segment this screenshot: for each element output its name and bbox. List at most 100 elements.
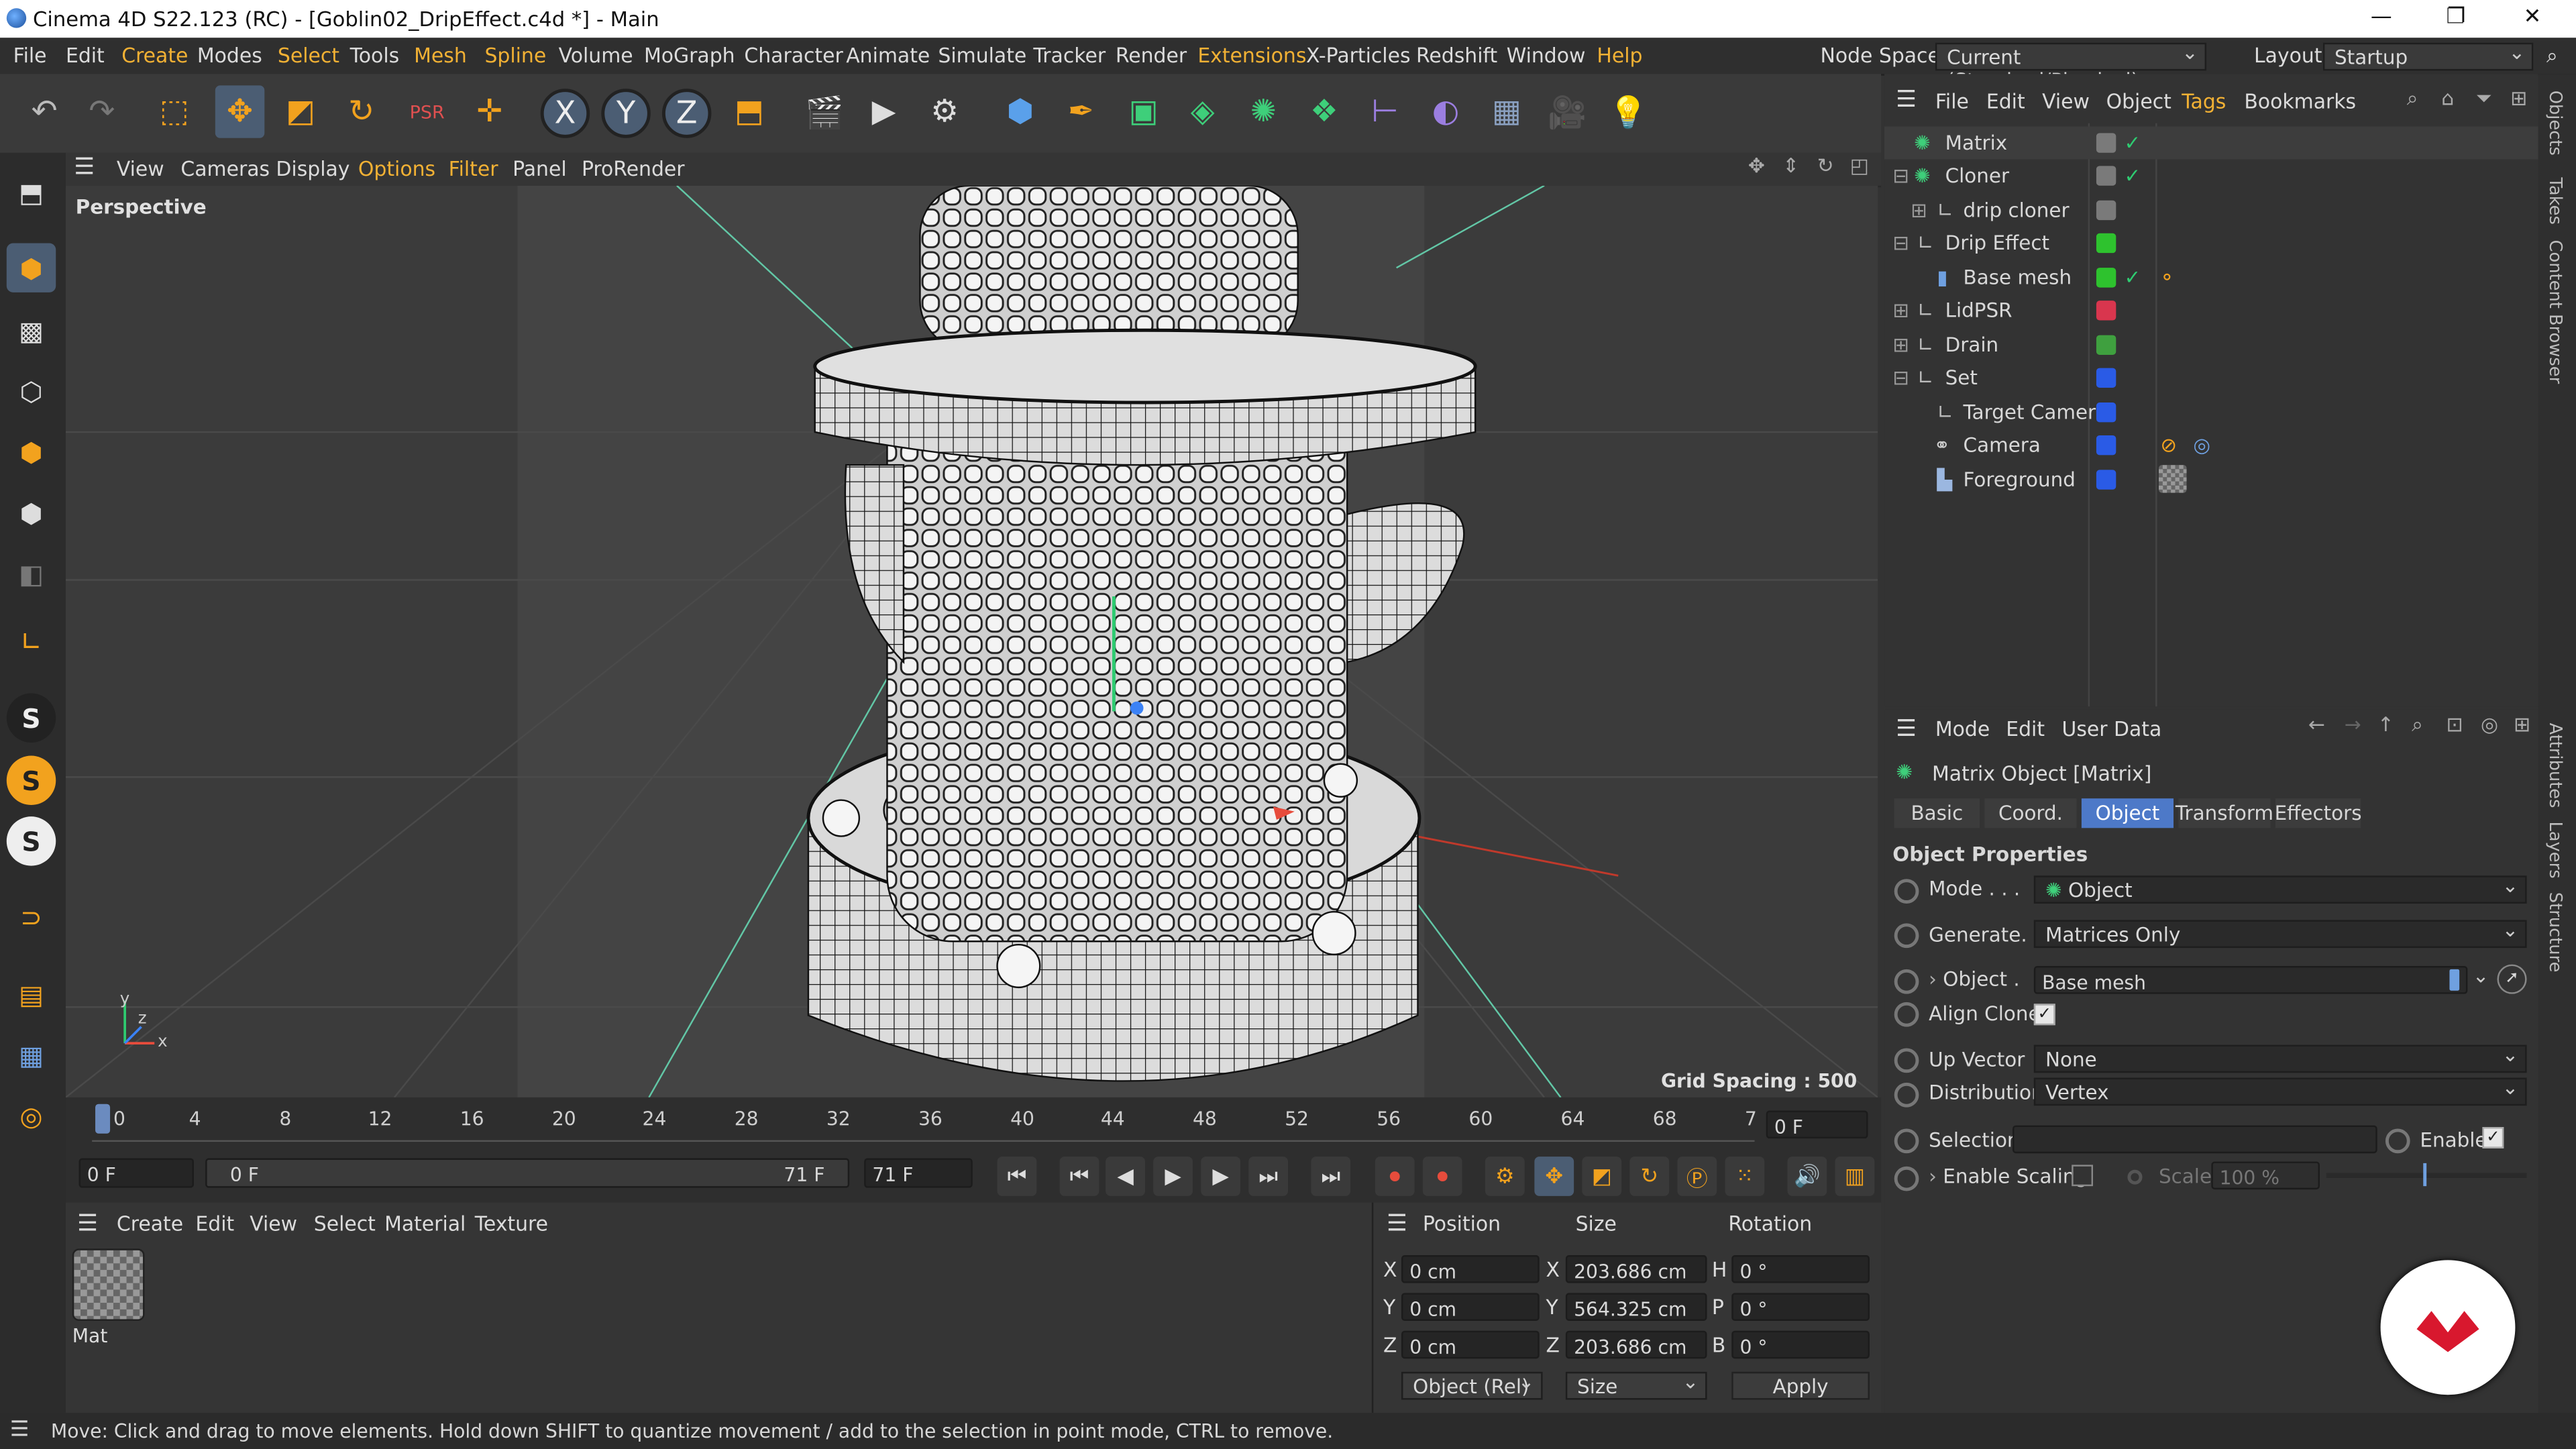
polygons-mode-icon[interactable]: ⬢ xyxy=(7,488,56,537)
restore-icon[interactable]: ❐ xyxy=(2447,5,2466,30)
size-z-field[interactable]: 203.686 cm xyxy=(1565,1330,1707,1359)
menu-render[interactable]: Render xyxy=(1116,44,1187,67)
material-swatch[interactable] xyxy=(72,1248,145,1321)
collapse-icon[interactable]: ⊟ xyxy=(1892,366,1909,389)
go-to-end-icon[interactable]: ⏭ xyxy=(1311,1157,1351,1196)
object-row-drip-cloner[interactable]: ⊞ ∟ drip cloner xyxy=(1884,194,2538,227)
up-arrow-icon[interactable]: ↑ xyxy=(2377,713,2394,736)
viewport-move-icon[interactable]: ✥ xyxy=(1748,154,1765,177)
rotation-b-field[interactable]: 0 ° xyxy=(1731,1330,1870,1359)
viewport-zoom-icon[interactable]: ⇕ xyxy=(1782,154,1799,177)
vtab-takes[interactable]: Takes xyxy=(2545,177,2565,224)
layer-color-swatch[interactable] xyxy=(2096,166,2116,186)
object-menu-object[interactable]: Object xyxy=(2106,91,2171,113)
object-menu-file[interactable]: File xyxy=(1935,91,1969,113)
preview-range-slider[interactable]: 0 F 71 F xyxy=(205,1158,850,1188)
workplane-grid-icon[interactable]: ▦ xyxy=(7,1030,56,1079)
menu-spline[interactable]: Spline xyxy=(484,44,546,67)
animate-radio-icon[interactable] xyxy=(2385,1128,2410,1154)
expand-icon[interactable]: ⊞ xyxy=(1911,199,1927,221)
snap-icon[interactable]: S xyxy=(6,693,56,743)
menu-tools[interactable]: Tools xyxy=(350,44,400,67)
selection-field[interactable] xyxy=(2012,1125,2377,1154)
subdivision-icon[interactable]: ▣ xyxy=(1119,85,1168,138)
camera-icon[interactable]: 🎥 xyxy=(1543,85,1592,138)
perspective-viewport[interactable]: Perspective Grid Spacing : 500 cm y z x xyxy=(65,185,1878,1097)
layer-color-swatch[interactable] xyxy=(2096,268,2116,288)
next-key-icon[interactable]: ⏭ xyxy=(1248,1157,1289,1196)
attributes-search-icon[interactable]: ⌕ xyxy=(2412,713,2423,738)
menu-file[interactable]: File xyxy=(13,44,47,67)
y-axis-lock-icon[interactable]: Y xyxy=(601,89,651,138)
position-z-field[interactable]: 0 cm xyxy=(1401,1330,1540,1359)
vtab-objects[interactable]: Objects xyxy=(2545,91,2565,156)
vtab-attributes[interactable]: Attributes xyxy=(2545,723,2565,808)
menu-mograph[interactable]: MoGraph xyxy=(644,44,735,67)
layer-color-swatch[interactable] xyxy=(2096,233,2116,254)
timeline-ruler[interactable]: 0 4 8 12 16 20 24 28 32 36 40 44 48 52 5… xyxy=(65,1097,1882,1150)
object-menu-tags[interactable]: Tags xyxy=(2182,91,2226,113)
mode-dropdown[interactable]: ✺ Object xyxy=(2033,874,2527,904)
scale-animate-radio-icon[interactable] xyxy=(2127,1169,2143,1185)
viewport-menu-panel[interactable]: Panel xyxy=(513,158,567,180)
object-row-base-mesh[interactable]: ▮ Base mesh ✓ ⚬ xyxy=(1884,261,2538,294)
tab-basic[interactable]: Basic xyxy=(1894,798,1980,828)
menu-redshift[interactable]: Redshift xyxy=(1416,44,1497,67)
object-row-matrix[interactable]: ✺ Matrix ✓ xyxy=(1884,126,2538,160)
go-to-start-icon[interactable]: ⏮ xyxy=(997,1157,1037,1196)
collapse-icon[interactable]: ⊟ xyxy=(1892,231,1909,254)
pick-object-icon[interactable]: ➚ xyxy=(2497,964,2527,994)
object-row-camera[interactable]: ⚭ Camera ⊘ ◎ xyxy=(1884,429,2538,462)
floor-icon[interactable]: ▦ xyxy=(1482,85,1531,138)
object-link-field[interactable]: Base mesh xyxy=(2033,966,2468,994)
object-row-foreground[interactable]: ▙ Foreground xyxy=(1884,464,2538,496)
expand-icon[interactable]: ⊞ xyxy=(1892,299,1909,322)
field-icon[interactable]: ◐ xyxy=(1421,85,1470,138)
render-picture-viewer-icon[interactable]: ▶ xyxy=(859,85,908,138)
attributes-menu-edit[interactable]: Edit xyxy=(2006,718,2045,741)
coordinates-hamburger-icon[interactable]: ☰ xyxy=(1387,1211,1407,1237)
object-filter-icon[interactable]: ⏷ xyxy=(2476,87,2492,112)
animate-radio-icon[interactable] xyxy=(1894,1128,1919,1154)
menu-help[interactable]: Help xyxy=(1597,44,1642,67)
record-key-icon[interactable]: ⏺ xyxy=(1375,1157,1415,1196)
object-new-window-icon[interactable]: ⊞ xyxy=(2510,87,2527,110)
light-icon[interactable]: 💡 xyxy=(1603,85,1652,138)
viewport-hamburger-icon[interactable]: ☰ xyxy=(74,154,95,180)
menu-extensions[interactable]: Extensions xyxy=(1197,44,1306,67)
end-frame-field[interactable]: 71 F xyxy=(864,1158,973,1188)
object-menu-edit[interactable]: Edit xyxy=(1986,91,2025,113)
menu-edit[interactable]: Edit xyxy=(66,44,105,67)
tab-effectors[interactable]: Effectors xyxy=(2275,798,2362,828)
sound-icon[interactable]: 🔊 xyxy=(1787,1157,1827,1196)
previous-frame-icon[interactable]: ◀ xyxy=(1106,1157,1145,1196)
layer-color-swatch[interactable] xyxy=(2096,133,2116,153)
layer-color-swatch[interactable] xyxy=(2096,470,2116,490)
menu-animate[interactable]: Animate xyxy=(846,44,930,67)
material-menu-material[interactable]: Material xyxy=(384,1212,466,1235)
pla-track-icon[interactable]: ⁙ xyxy=(1725,1157,1765,1196)
up-vector-dropdown[interactable]: None xyxy=(2033,1043,2527,1073)
material-menu-select[interactable]: Select xyxy=(314,1212,376,1235)
viewport-menu-display[interactable]: Display xyxy=(276,158,350,180)
menu-window[interactable]: Window xyxy=(1507,44,1586,67)
animate-radio-icon[interactable] xyxy=(1894,1002,1919,1027)
cube-icon[interactable]: ⬢ xyxy=(996,85,1044,138)
menu-volume[interactable]: Volume xyxy=(559,44,633,67)
cloner-icon[interactable]: ✺ xyxy=(1239,85,1288,138)
enabled-check-icon[interactable]: ✓ xyxy=(2125,131,2141,154)
align-clone-checkbox[interactable]: ✓ xyxy=(2033,1004,2055,1026)
material-menu-view[interactable]: View xyxy=(250,1212,297,1235)
menu-create[interactable]: Create xyxy=(121,44,188,67)
menu-character[interactable]: Character xyxy=(744,44,843,67)
scale-slider-handle[interactable] xyxy=(2423,1163,2427,1187)
layer-color-swatch[interactable] xyxy=(2096,368,2116,388)
attributes-menu-user-data[interactable]: User Data xyxy=(2061,718,2161,741)
position-x-field[interactable]: 0 cm xyxy=(1401,1255,1540,1283)
render-settings-icon[interactable]: ⚙ xyxy=(920,85,969,138)
enable-scaling-checkbox[interactable] xyxy=(2072,1165,2094,1187)
menu-select[interactable]: Select xyxy=(278,44,339,67)
object-menu-view[interactable]: View xyxy=(2042,91,2090,113)
viewport-menu-options[interactable]: Options xyxy=(358,158,435,180)
menu-mesh[interactable]: Mesh xyxy=(414,44,467,67)
